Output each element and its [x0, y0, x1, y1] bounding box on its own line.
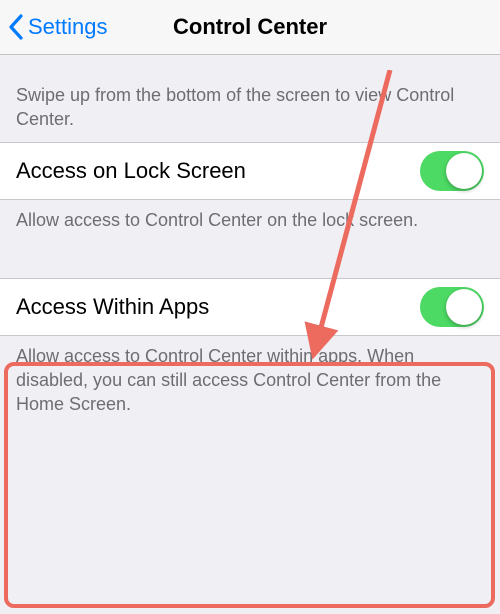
switch-knob	[446, 289, 482, 325]
back-button[interactable]: Settings	[8, 14, 108, 40]
back-label: Settings	[28, 14, 108, 40]
switch-knob	[446, 153, 482, 189]
switch-access-lock-screen[interactable]	[420, 151, 484, 191]
cell-access-within-apps: Access Within Apps	[0, 278, 500, 336]
cell-label: Access Within Apps	[16, 294, 209, 320]
section-footer: Allow access to Control Center on the lo…	[0, 200, 500, 246]
section-footer: Allow access to Control Center within ap…	[0, 336, 500, 431]
chevron-left-icon	[8, 14, 24, 40]
page-title: Control Center	[173, 14, 327, 40]
cell-access-lock-screen: Access on Lock Screen	[0, 142, 500, 200]
switch-access-within-apps[interactable]	[420, 287, 484, 327]
section-header: Swipe up from the bottom of the screen t…	[0, 55, 500, 142]
spacer	[0, 246, 500, 278]
cell-label: Access on Lock Screen	[16, 158, 246, 184]
nav-bar: Settings Control Center	[0, 0, 500, 55]
